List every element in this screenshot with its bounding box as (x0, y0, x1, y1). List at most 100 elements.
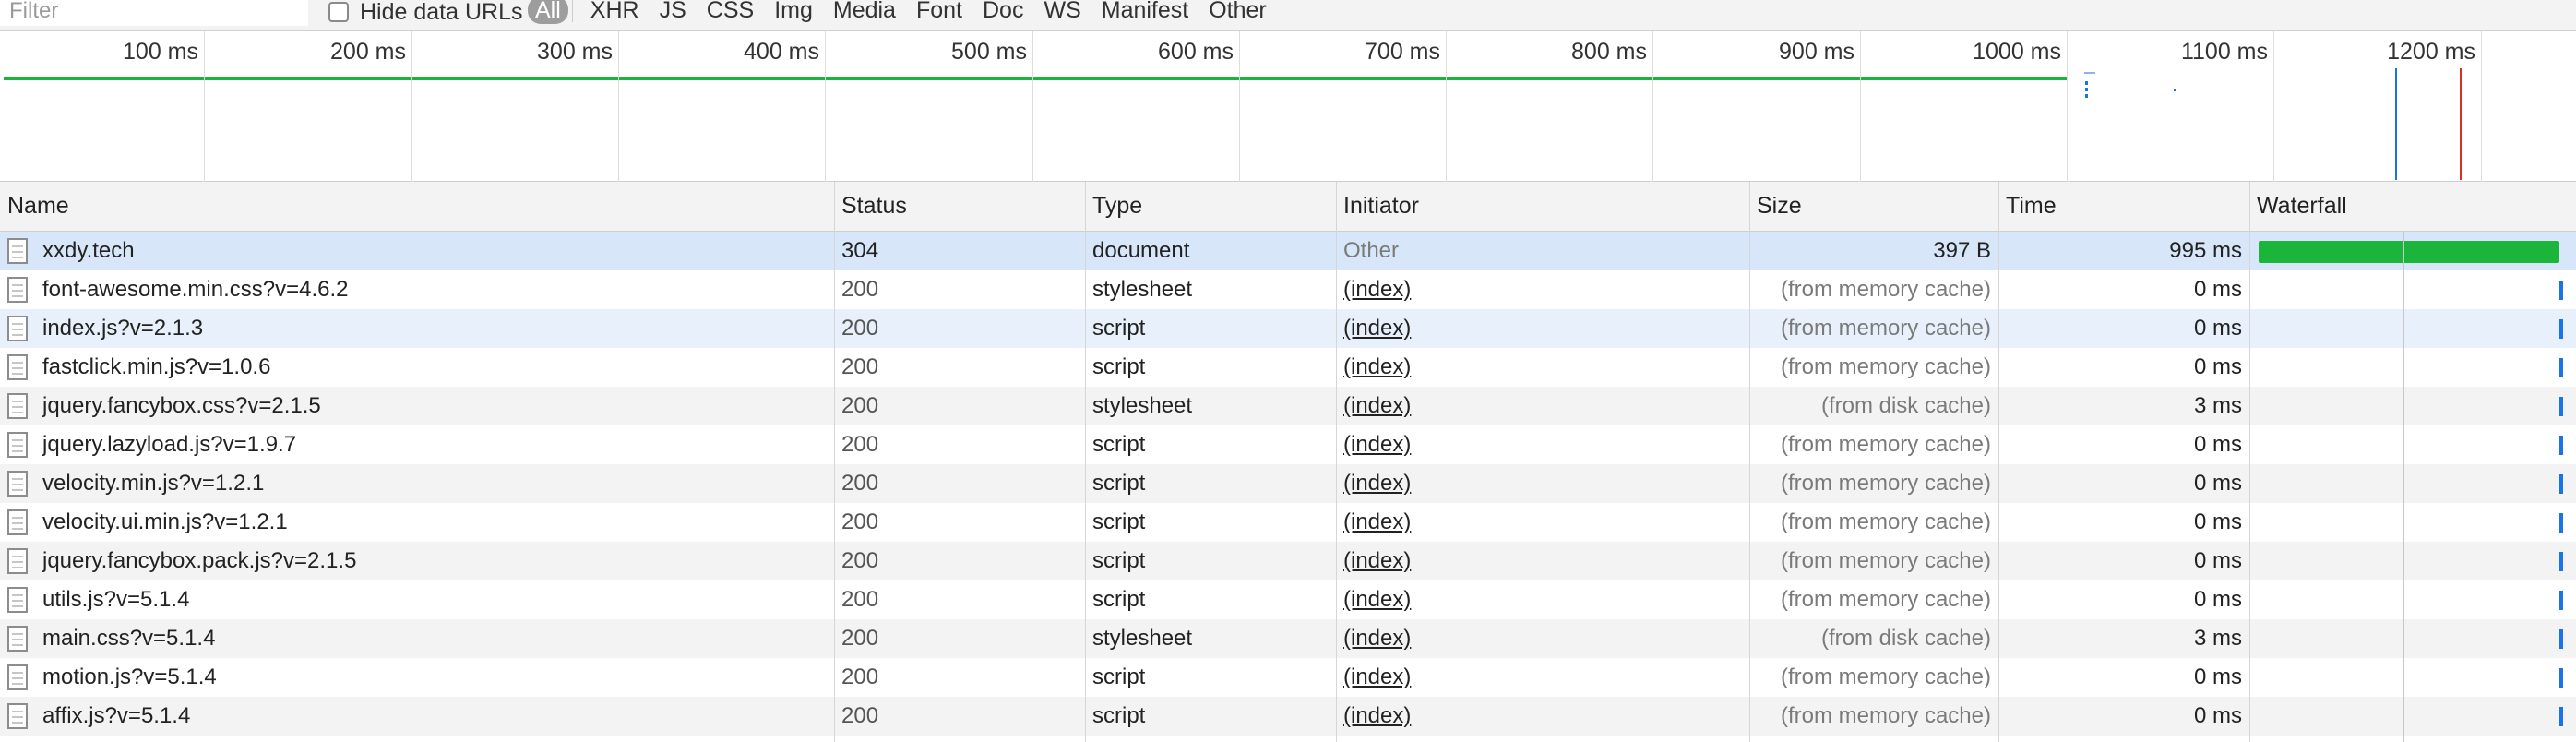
request-initiator-cell[interactable]: (index) (1336, 697, 1749, 736)
waterfall-cell[interactable] (2249, 232, 2576, 270)
type-filter-ws[interactable]: WS (1033, 0, 1091, 24)
request-initiator-cell[interactable]: (index) (1336, 658, 1749, 697)
request-row[interactable]: xxdy.tech 304 document Other 397 B 995 ms (0, 232, 2576, 270)
waterfall-bar (2559, 474, 2563, 494)
waterfall-cell[interactable] (2249, 425, 2576, 464)
overview-tick-label: 600 ms (1158, 39, 1234, 65)
column-divider[interactable] (1998, 182, 1999, 742)
request-initiator-cell[interactable]: (index) (1336, 309, 1749, 348)
request-time: 0 ms (2193, 354, 2242, 379)
waterfall-cell[interactable] (2249, 348, 2576, 387)
waterfall-cell[interactable] (2249, 309, 2576, 348)
request-initiator-cell[interactable]: (index) (1336, 387, 1749, 425)
request-initiator[interactable]: (index) (1343, 664, 1411, 690)
waterfall-cell[interactable] (2249, 542, 2576, 580)
request-name: jquery.fancybox.pack.js?v=2.1.5 (42, 548, 357, 573)
column-divider[interactable] (834, 182, 835, 742)
waterfall-cell[interactable] (2249, 270, 2576, 309)
request-name-cell[interactable]: jquery.fancybox.pack.js?v=2.1.5 (0, 542, 834, 580)
column-header-type[interactable]: Type (1085, 182, 1336, 231)
request-row[interactable]: font-awesome.min.css?v=4.6.2 200 styleshee… (0, 270, 2576, 309)
column-header-time[interactable]: Time (1998, 182, 2249, 231)
type-filter-font[interactable]: Font (906, 0, 972, 24)
waterfall-cell[interactable] (2249, 658, 2576, 697)
request-time: 0 ms (2193, 277, 2242, 302)
request-row[interactable]: jquery.lazyload.js?v=1.9.7 200 script (inde… (0, 425, 2576, 464)
request-initiator-cell[interactable]: (index) (1336, 348, 1749, 387)
request-row[interactable]: affix.js?v=5.1.4 200 script (index) (from me… (0, 697, 2576, 736)
waterfall-bar (2559, 281, 2563, 300)
column-divider[interactable] (2249, 182, 2250, 742)
request-name-cell[interactable]: jquery.lazyload.js?v=1.9.7 (0, 425, 834, 464)
request-name-cell[interactable]: jquery.fancybox.css?v=2.1.5 (0, 387, 834, 425)
request-row[interactable]: jquery.fancybox.pack.js?v=2.1.5 200 script… (0, 542, 2576, 580)
column-header-size[interactable]: Size (1749, 182, 1998, 231)
request-initiator[interactable]: (index) (1343, 587, 1411, 613)
type-filter-doc[interactable]: Doc (972, 0, 1033, 24)
request-initiator[interactable]: (index) (1343, 471, 1411, 497)
type-filter-all[interactable]: All (528, 0, 568, 24)
column-header-initiator[interactable]: Initiator (1336, 182, 1749, 231)
type-filter-js[interactable]: JS (650, 0, 697, 24)
request-initiator[interactable]: (index) (1343, 432, 1411, 458)
request-initiator[interactable]: (index) (1343, 548, 1411, 574)
request-initiator-cell[interactable]: (index) (1336, 503, 1749, 542)
request-initiator[interactable]: (index) (1343, 277, 1411, 303)
column-divider[interactable] (1336, 182, 1337, 742)
hide-data-urls-checkbox[interactable] (328, 2, 349, 22)
type-filter-img[interactable]: Img (764, 0, 823, 24)
request-row[interactable]: motion.js?v=5.1.4 200 script (index) (from m… (0, 658, 2576, 697)
request-initiator[interactable]: (index) (1343, 703, 1411, 729)
request-type: script (1092, 354, 1146, 379)
request-initiator-cell[interactable]: (index) (1336, 542, 1749, 580)
request-initiator-cell[interactable]: (index) (1336, 619, 1749, 658)
request-row[interactable]: jquery.fancybox.css?v=2.1.5 200 stylesheet… (0, 387, 2576, 425)
request-initiator[interactable]: (index) (1343, 316, 1411, 341)
request-row[interactable]: main.css?v=5.1.4 200 stylesheet (index) (fro… (0, 619, 2576, 658)
type-filter-xhr[interactable]: XHR (580, 0, 650, 24)
waterfall-cell[interactable] (2249, 697, 2576, 736)
hide-data-urls-toggle[interactable]: Hide data URLs (328, 0, 522, 25)
type-filter-other[interactable]: Other (1199, 0, 1277, 24)
waterfall-cell[interactable] (2249, 503, 2576, 542)
waterfall-cell[interactable] (2249, 387, 2576, 425)
column-header-name[interactable]: Name (0, 182, 834, 231)
request-initiator[interactable]: (index) (1343, 393, 1411, 419)
column-header-status[interactable]: Status (834, 182, 1085, 231)
column-divider[interactable] (1085, 182, 1086, 742)
request-name-cell[interactable]: affix.js?v=5.1.4 (0, 697, 834, 736)
request-name-cell[interactable]: main.css?v=5.1.4 (0, 619, 834, 658)
request-row[interactable]: velocity.min.js?v=1.2.1 200 script (index) (… (0, 464, 2576, 503)
request-initiator-cell[interactable]: (index) (1336, 464, 1749, 503)
request-name-cell[interactable]: xxdy.tech (0, 232, 834, 270)
request-name-cell[interactable]: velocity.ui.min.js?v=1.2.1 (0, 503, 834, 542)
request-row[interactable]: utils.js?v=5.1.4 200 script (index) (from me… (0, 580, 2576, 619)
type-filter-css[interactable]: CSS (697, 0, 764, 24)
request-type: script (1092, 509, 1146, 534)
request-row[interactable]: velocity.ui.min.js?v=1.2.1 200 script (inde… (0, 503, 2576, 542)
request-initiator-cell[interactable]: (index) (1336, 580, 1749, 619)
column-header-waterfall[interactable]: Waterfall (2249, 182, 2576, 231)
type-filter-manifest[interactable]: Manifest (1091, 0, 1199, 24)
filter-input[interactable] (0, 0, 308, 26)
request-name-cell[interactable]: fastclick.min.js?v=1.0.6 (0, 348, 834, 387)
request-initiator[interactable]: (index) (1343, 354, 1411, 380)
request-row[interactable]: fastclick.min.js?v=1.0.6 200 script (index)… (0, 348, 2576, 387)
waterfall-cell[interactable] (2249, 619, 2576, 658)
network-overview-timeline[interactable]: 100 ms 200 ms 300 ms 400 ms 500 ms 600 ms 700 … (0, 31, 2576, 182)
request-initiator[interactable]: (index) (1343, 509, 1411, 535)
request-initiator-cell[interactable]: (index) (1336, 425, 1749, 464)
request-name-cell[interactable]: font-awesome.min.css?v=4.6.2 (0, 270, 834, 309)
type-filter-media[interactable]: Media (823, 0, 906, 24)
request-initiator[interactable]: (index) (1343, 626, 1411, 652)
request-name-cell[interactable]: utils.js?v=5.1.4 (0, 580, 834, 619)
overview-receiving-bar (4, 77, 2067, 80)
waterfall-cell[interactable] (2249, 580, 2576, 619)
request-row[interactable]: index.js?v=2.1.3 200 script (index) (from me… (0, 309, 2576, 348)
request-name-cell[interactable]: index.js?v=2.1.3 (0, 309, 834, 348)
request-name-cell[interactable]: motion.js?v=5.1.4 (0, 658, 834, 697)
column-divider[interactable] (1749, 182, 1750, 742)
request-name-cell[interactable]: velocity.min.js?v=1.2.1 (0, 464, 834, 503)
waterfall-cell[interactable] (2249, 464, 2576, 503)
request-initiator-cell[interactable]: (index) (1336, 270, 1749, 309)
